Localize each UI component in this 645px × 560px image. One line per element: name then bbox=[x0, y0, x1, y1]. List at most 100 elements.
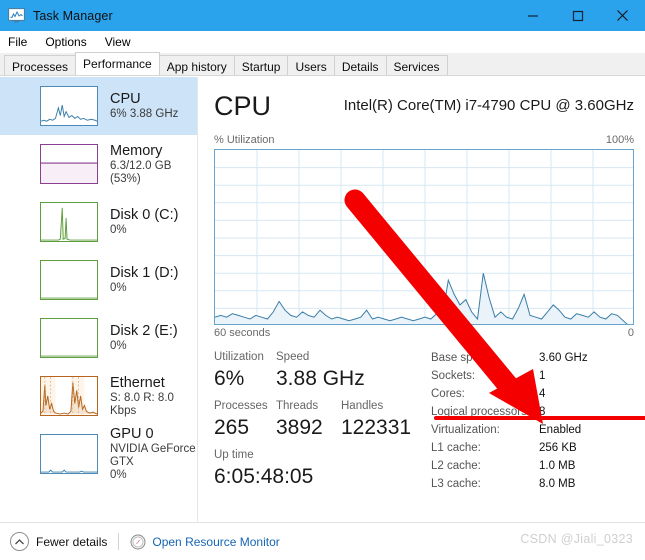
sidebar-item-ethernet[interactable]: Ethernet S: 8.0 R: 8.0 Kbps bbox=[0, 367, 197, 425]
spec-base-speed-label: Base speed: bbox=[431, 352, 495, 364]
spec-base-speed: Base speed: 3.60 GHz bbox=[431, 349, 645, 367]
stats-row-2: Processes 265 Threads 3892 Handles 12233… bbox=[214, 398, 429, 441]
spec-logical-processors-label: Logical processors: bbox=[431, 406, 531, 418]
sidebar-item-disk2-sub: 0% bbox=[110, 340, 127, 353]
sidebar-item-memory[interactable]: Memory 6.3/12.0 GB (53%) bbox=[0, 135, 197, 193]
chevron-up-icon[interactable] bbox=[10, 532, 29, 551]
tab-app-history[interactable]: App history bbox=[158, 55, 235, 75]
cpu-model-name: Intel(R) Core(TM) i7-4790 CPU @ 3.60GHz bbox=[343, 97, 634, 114]
sidebar-item-cpu[interactable]: CPU 6% 3.88 GHz bbox=[0, 77, 197, 135]
tab-details[interactable]: Details bbox=[333, 55, 387, 75]
spec-cores: Cores: 4 bbox=[431, 385, 645, 403]
ethernet-thumbnail-graph bbox=[40, 376, 98, 416]
task-manager-window: Task Manager File Options View Processes… bbox=[0, 0, 645, 560]
sidebar-item-cpu-text: CPU 6% 3.88 GHz bbox=[110, 91, 178, 121]
spec-l2-cache: L2 cache: 1.0 MB bbox=[431, 457, 645, 475]
sidebar-item-memory-sub: 6.3/12.0 GB (53%) bbox=[110, 159, 172, 185]
stat-speed-label: Speed bbox=[276, 351, 310, 363]
stat-utilization: Utilization 6% bbox=[214, 349, 276, 392]
stat-uptime-value: 6:05:48:05 bbox=[214, 465, 314, 488]
spec-virtualization-label: Virtualization: bbox=[431, 424, 500, 436]
status-divider bbox=[118, 533, 120, 550]
spec-sockets: Sockets: 1 bbox=[431, 367, 645, 385]
fewer-details-button[interactable]: Fewer details bbox=[36, 535, 107, 549]
tab-services[interactable]: Services bbox=[385, 55, 448, 75]
x-axis-label-right: 0 bbox=[627, 327, 634, 339]
graph-axis-top: % Utilization 100% bbox=[214, 134, 634, 146]
tab-processes[interactable]: Processes bbox=[4, 55, 77, 75]
sidebar-item-disk2-title: Disk 2 (E:) bbox=[110, 322, 178, 339]
tab-strip: Processes Performance App history Startu… bbox=[0, 52, 645, 76]
sidebar-item-disk1[interactable]: Disk 1 (D:) 0% bbox=[0, 251, 197, 309]
cpu-utilization-graph[interactable] bbox=[214, 149, 634, 325]
stat-processes-value: 265 bbox=[214, 416, 250, 439]
stat-uptime-label: Up time bbox=[214, 449, 254, 461]
stat-threads-value: 3892 bbox=[276, 416, 323, 439]
stat-speed-value: 3.88 GHz bbox=[276, 367, 365, 390]
spec-l3-cache-value: 8.0 MB bbox=[539, 478, 576, 490]
sidebar-item-disk2[interactable]: Disk 2 (E:) 0% bbox=[0, 309, 197, 367]
title-bar: Task Manager bbox=[0, 0, 645, 31]
spec-logical-processors: Logical processors: 8 bbox=[431, 403, 645, 421]
stat-speed: Speed 3.88 GHz bbox=[276, 349, 365, 392]
close-button[interactable] bbox=[600, 0, 645, 31]
x-axis-label-left: 60 seconds bbox=[214, 327, 271, 339]
stats-row-1: Utilization 6% Speed 3.88 GHz bbox=[214, 349, 429, 392]
stat-processes-label: Processes bbox=[214, 400, 268, 412]
sidebar-item-memory-title: Memory bbox=[110, 142, 163, 159]
menu-item-options[interactable]: Options bbox=[45, 33, 95, 51]
cpu-utilization-graph-svg bbox=[215, 150, 633, 324]
spec-cores-value: 4 bbox=[539, 388, 546, 400]
gpu0-thumbnail-graph bbox=[40, 434, 98, 474]
sidebar-item-gpu0-text: GPU 0 NVIDIA GeForce GTX 0% bbox=[110, 426, 197, 482]
sidebar-item-cpu-title: CPU bbox=[110, 90, 141, 107]
cpu-thumbnail-graph bbox=[40, 86, 98, 126]
tab-performance[interactable]: Performance bbox=[75, 52, 160, 75]
stat-threads: Threads 3892 bbox=[276, 398, 341, 441]
sidebar-item-disk1-sub: 0% bbox=[110, 282, 127, 295]
sidebar-item-gpu0-sub2: 0% bbox=[110, 469, 127, 482]
cpu-detail-panel: CPU Intel(R) Core(TM) i7-4790 CPU @ 3.60… bbox=[199, 77, 645, 522]
spec-cores-label: Cores: bbox=[431, 388, 465, 400]
tab-startup[interactable]: Startup bbox=[233, 55, 289, 75]
y-axis-label: % Utilization bbox=[214, 134, 275, 146]
stats-row-3: Up time 6:05:48:05 bbox=[214, 447, 429, 490]
spec-base-speed-value: 3.60 GHz bbox=[539, 352, 588, 364]
sidebar-item-disk0-title: Disk 0 (C:) bbox=[110, 206, 179, 223]
page-title: CPU bbox=[214, 91, 272, 121]
minimize-button[interactable] bbox=[510, 0, 555, 31]
menu-bar: File Options View bbox=[0, 31, 645, 53]
spec-sockets-label: Sockets: bbox=[431, 370, 476, 382]
open-resource-monitor-link[interactable]: Open Resource Monitor bbox=[152, 535, 279, 549]
disk2-thumbnail-graph bbox=[40, 318, 98, 358]
sidebar-item-gpu0-sub: NVIDIA GeForce GTX bbox=[110, 443, 196, 469]
disk0-thumbnail-graph bbox=[40, 202, 98, 242]
spec-l1-cache-label: L1 cache: bbox=[431, 442, 481, 454]
watermark-text: CSDN @Jiali_0323 bbox=[520, 532, 633, 546]
menu-item-file[interactable]: File bbox=[8, 33, 36, 51]
menu-item-view[interactable]: View bbox=[105, 33, 140, 51]
stat-threads-label: Threads bbox=[276, 400, 319, 412]
tab-users[interactable]: Users bbox=[287, 55, 335, 75]
resource-monitor-icon bbox=[130, 534, 146, 550]
maximize-button[interactable] bbox=[555, 0, 600, 31]
sidebar-item-disk1-title: Disk 1 (D:) bbox=[110, 264, 179, 281]
y-axis-max: 100% bbox=[605, 134, 634, 146]
cpu-spec-list: Base speed: 3.60 GHz Sockets: 1 Cores: 4… bbox=[431, 349, 645, 493]
spec-virtualization-value: Enabled bbox=[539, 424, 582, 436]
spec-virtualization: Virtualization: Enabled bbox=[431, 421, 645, 439]
stat-handles-value: 122331 bbox=[341, 416, 412, 439]
spec-l1-cache: L1 cache: 256 KB bbox=[431, 439, 645, 457]
sidebar-item-disk0[interactable]: Disk 0 (C:) 0% bbox=[0, 193, 197, 251]
memory-thumbnail-graph bbox=[40, 144, 98, 184]
stat-processes: Processes 265 bbox=[214, 398, 276, 441]
sidebar-item-ethernet-title: Ethernet bbox=[110, 374, 165, 391]
stat-utilization-label: Utilization bbox=[214, 351, 264, 363]
stat-uptime: Up time 6:05:48:05 bbox=[214, 447, 313, 490]
sidebar-item-gpu0[interactable]: GPU 0 NVIDIA GeForce GTX 0% bbox=[0, 425, 197, 483]
stat-utilization-value: 6% bbox=[214, 367, 245, 390]
task-manager-icon bbox=[8, 8, 25, 23]
sidebar-item-disk0-text: Disk 0 (C:) 0% bbox=[110, 207, 178, 237]
cpu-header: CPU Intel(R) Core(TM) i7-4790 CPU @ 3.60… bbox=[214, 89, 634, 131]
sidebar-item-memory-text: Memory 6.3/12.0 GB (53%) bbox=[110, 143, 197, 186]
